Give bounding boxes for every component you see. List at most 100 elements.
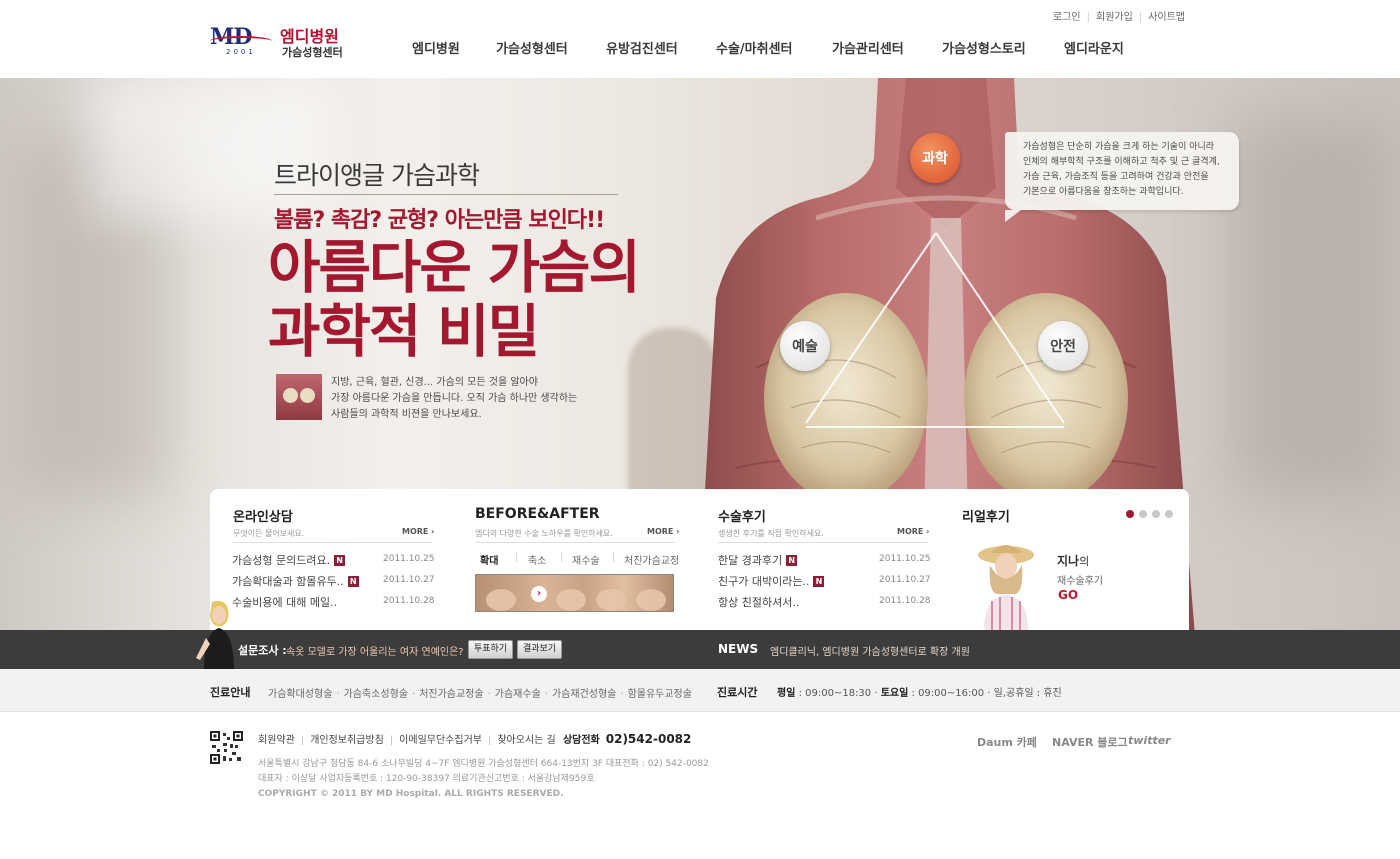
logo-center-name: 가슴성형센터 — [282, 46, 343, 59]
news-label: NEWS — [718, 642, 759, 656]
list-item-date: 2011.10.28 — [879, 596, 931, 606]
slide-dot[interactable] — [1139, 510, 1147, 518]
list-item-title: 한달 경과후기 — [718, 554, 783, 567]
nav-item-md-lounge[interactable]: 엠디라운지 — [1064, 38, 1124, 57]
before-after-image[interactable]: › — [475, 574, 674, 612]
play-arrow-icon[interactable]: › — [531, 586, 547, 602]
list-item[interactable]: 수술비용에 대해 메일.. 2011.10.28 — [232, 594, 435, 615]
signup-link[interactable]: 회원가입 — [1096, 8, 1133, 23]
logo-swoosh-icon — [210, 36, 272, 46]
nav-item-breast-exam[interactable]: 유방검진센터 — [606, 38, 678, 57]
directions-link[interactable]: 찾아오시는 길 — [497, 735, 555, 746]
review-list: 한달 경과후기 N 2011.10.25 친구가 대박이라는.. N 2011.10.2… — [718, 552, 931, 615]
weekday-hours: : 09:00~18:30 — [798, 688, 872, 699]
hero-title: 아름다운 가슴의 과학적 비밀 — [268, 235, 641, 365]
qr-code-icon — [210, 731, 243, 764]
nav-item-surgery-anesthesia[interactable]: 수술/마취센터 — [716, 38, 793, 57]
logo-year: 2001 — [226, 48, 256, 56]
hero-slogan: 볼륨? 촉감? 균형? 아는만큼 보인다!! — [274, 208, 605, 233]
list-item[interactable]: 가슴성형 문의드려요. N 2011.10.25 — [232, 552, 435, 573]
review-more-link[interactable]: MORE › — [897, 527, 929, 536]
view-results-button[interactable]: 결과보기 — [517, 640, 562, 659]
real-review-title: 리얼후기 — [962, 510, 1010, 525]
vote-button[interactable]: 투표하기 — [468, 640, 513, 659]
hero-speech-bubble: 가슴성형은 단순히 가슴을 크게 하는 기술이 아니라 인체의 해부학적 구조를… — [1005, 132, 1239, 222]
before-after-more-link[interactable]: MORE › — [647, 527, 679, 536]
treatment-link[interactable]: 처진가슴교정술 — [419, 689, 483, 700]
tab-sagging-correction[interactable]: 처진가슴교정 — [624, 552, 679, 567]
naver-blog-link[interactable]: NAVER 블로그 — [1052, 734, 1128, 750]
slide-dot[interactable] — [1165, 510, 1173, 518]
treatment-label: 진료안내 — [210, 686, 251, 699]
list-item-date: 2011.10.25 — [383, 554, 435, 564]
treatment-link[interactable]: 가슴재건성형술 — [552, 689, 616, 700]
list-item[interactable]: 가슴확대술과 함몰유두.. N 2011.10.27 — [232, 573, 435, 594]
clinic-hours: 평일 : 09:00~18:30 · 토요일 : 09:00~16:00 · 일… — [777, 688, 1062, 699]
business-info-line: 대표자 : 이상달 사업자등록번호 : 120-90-38397 의료기관신고번… — [258, 774, 595, 784]
new-badge: N — [786, 555, 798, 566]
triangle-art-badge: 예술 — [780, 321, 830, 371]
list-item-date: 2011.10.27 — [879, 575, 931, 585]
treatment-link[interactable]: 가슴확대성형술 — [268, 689, 332, 700]
triangle-science-badge: 과학 — [910, 133, 960, 183]
before-after-subtitle: 엠디의 다양한 수술 노하우를 확인하세요. — [475, 529, 613, 538]
list-item[interactable]: 친구가 대박이라는.. N 2011.10.27 — [718, 573, 931, 594]
daum-cafe-link[interactable]: Daum 카페 — [977, 734, 1037, 750]
consult-title: 온라인상담 — [233, 510, 293, 525]
nav-item-md-hospital[interactable]: 엠디병원 — [412, 38, 460, 57]
nav-item-breast-care[interactable]: 가슴관리센터 — [832, 38, 904, 57]
list-item[interactable]: 항상 친절하셔서.. 2011.10.28 — [718, 594, 931, 615]
terms-link[interactable]: 회원약관 — [258, 735, 295, 746]
bubble-line: 가슴 근육, 가슴조직 등을 고려하여 건강과 안전을 — [1023, 172, 1209, 182]
util-separator: | — [1138, 12, 1143, 23]
utility-links: 로그인 | 회원가입 | 사이트맵 — [1053, 8, 1185, 23]
bubble-line: 가슴성형은 단순히 가슴을 크게 하는 기술이 아니라 — [1023, 142, 1215, 152]
hero-title-line2: 과학적 비밀 — [268, 299, 540, 365]
list-item-date: 2011.10.25 — [879, 554, 931, 564]
hero-thumbnail-image — [276, 374, 322, 420]
slide-dot[interactable] — [1126, 510, 1134, 518]
consult-list: 가슴성형 문의드려요. N 2011.10.25 가슴확대술과 함몰유두.. N 201… — [232, 552, 435, 615]
nav-item-breast-story[interactable]: 가슴성형스토리 — [942, 38, 1026, 57]
nav-item-breast-surgery[interactable]: 가슴성형센터 — [496, 38, 568, 57]
twitter-link[interactable]: twitter — [1128, 734, 1171, 747]
sitemap-link[interactable]: 사이트맵 — [1148, 8, 1185, 23]
tab-enlarge[interactable]: 확대 — [480, 552, 498, 567]
email-refusal-link[interactable]: 이메일무단수집거부 — [399, 735, 482, 746]
copyright: COPYRIGHT © 2011 BY MD Hospital. ALL RIG… — [258, 789, 564, 799]
hero-divider — [274, 194, 618, 195]
reviewer-name: 지나의 — [1057, 552, 1089, 569]
news-headline[interactable]: 엠디클리닉, 엠디병원 가슴성형센터로 확장 개원 — [770, 643, 970, 658]
more-label: MORE — [647, 527, 674, 536]
login-link[interactable]: 로그인 — [1053, 8, 1081, 23]
treatment-info-bar: 진료안내 가슴확대성형술 · 가슴축소성형술 · 처진가슴교정술 · 가슴재수술 · 가슴재건성… — [0, 669, 1400, 712]
more-label: MORE — [897, 527, 924, 536]
list-item[interactable]: 한달 경과후기 N 2011.10.25 — [718, 552, 931, 573]
hero-title-line1: 아름다운 가슴의 — [268, 235, 641, 301]
tel-label: 상담전화 — [562, 735, 600, 746]
new-badge: N — [334, 555, 346, 566]
treatment-link[interactable]: 함몰유두교정술 — [628, 689, 692, 700]
consult-more-link[interactable]: MORE › — [402, 527, 434, 536]
list-item-title: 수술비용에 대해 메일.. — [232, 596, 338, 609]
reviewer-name-text: 지나 — [1057, 554, 1080, 568]
slide-dot[interactable] — [1152, 510, 1160, 518]
hero-description: 지방, 근육, 혈관, 신경... 가슴의 모든 것을 알아야 가장 아름다운 … — [331, 375, 577, 423]
treatment-link[interactable]: 가슴재수술 — [495, 689, 541, 700]
consult-subtitle: 무엇이든 물어보세요. — [233, 529, 305, 538]
real-review-subtitle: 재수술후기 — [1057, 576, 1103, 587]
real-review-go-link[interactable]: GO — [1058, 588, 1078, 602]
list-item-title: 항상 친절하셔서.. — [718, 596, 800, 609]
privacy-link[interactable]: 개인정보취급방침 — [310, 735, 384, 746]
hero-subtitle: 트라이앵글 가슴과학 — [274, 161, 480, 190]
tab-reduce[interactable]: 축소 — [528, 552, 546, 567]
tab-revision[interactable]: 재수술 — [572, 552, 600, 567]
treatment-link[interactable]: 가슴축소성형술 — [344, 689, 408, 700]
list-item-date: 2011.10.27 — [383, 575, 435, 585]
poll-model-image — [196, 601, 234, 670]
review-subtitle: 생생한 후기를 직접 확인하세요. — [718, 529, 824, 538]
site-logo[interactable]: MD 2001 엠디병원 가슴성형센터 — [210, 24, 350, 60]
tel-number: 02)542-0082 — [605, 732, 692, 746]
triangle-safety-badge: 안전 — [1038, 321, 1088, 371]
bubble-line: 인체의 해부학적 구조를 이해하고 척추 및 근 골격계, — [1023, 157, 1220, 167]
